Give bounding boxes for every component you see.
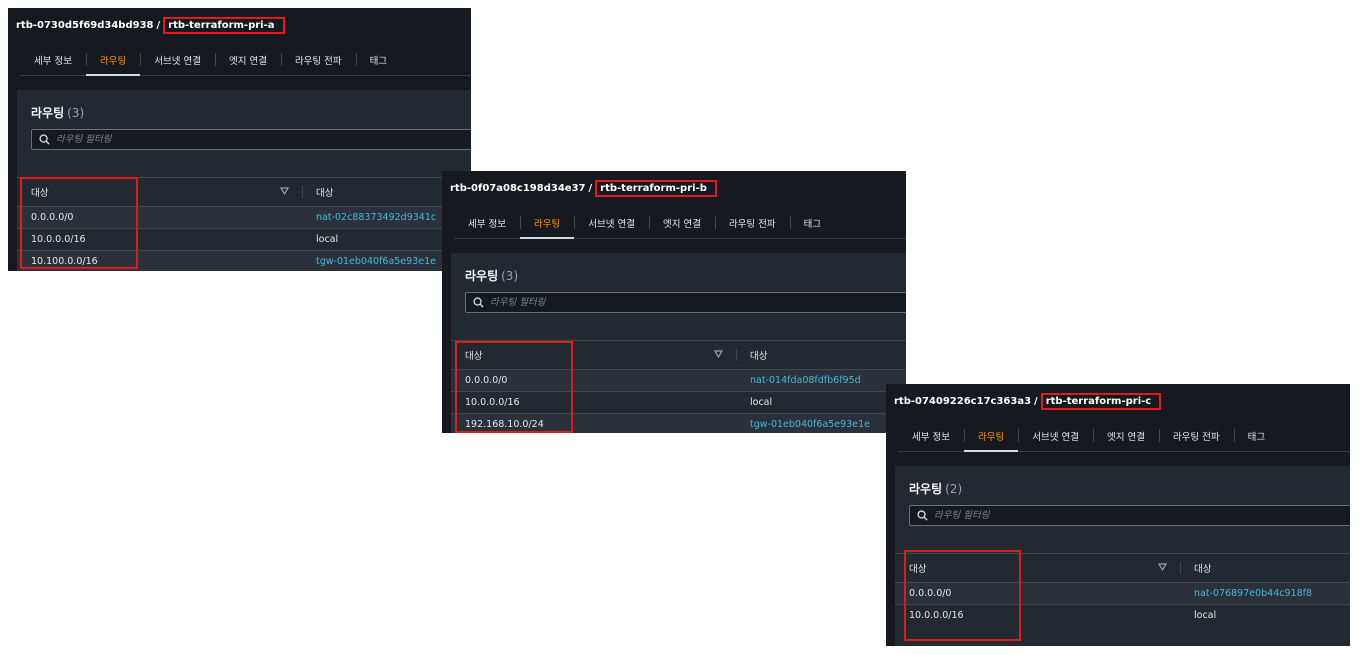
table-row: 10.0.0.0/16 local xyxy=(17,228,471,250)
search-icon xyxy=(39,134,50,145)
tab-subnet-associations[interactable]: 서브넷 연결 xyxy=(1018,420,1093,451)
route-table-name: rtb-terraform-pri-b xyxy=(595,179,717,197)
route-filter-input[interactable] xyxy=(56,134,471,145)
table-row: 0.0.0.0/0 nat-076897e0b44c918f8 xyxy=(895,582,1350,604)
route-destination: 10.0.0.0/16 xyxy=(465,397,520,408)
route-table-id: rtb-0f07a08c198d34e37 xyxy=(450,182,586,194)
tab-subnet-associations[interactable]: 서브넷 연결 xyxy=(140,44,215,75)
routes-heading: 라우팅 (2) xyxy=(909,480,962,497)
routes-container: 라우팅(3) 대상 대상 0.0.0.0/0 nat-02c88373492d9… xyxy=(17,90,471,271)
breadcrumb-separator: / xyxy=(588,182,593,194)
search-icon xyxy=(473,297,484,308)
routes-count: (3) xyxy=(67,106,85,120)
route-table-panel-a: rtb-0730d5f69d34bd938 / rtb-terraform-pr… xyxy=(8,8,471,271)
routes-table: 대상 대상 0.0.0.0/0 nat-014fda08fdfb6f95d 10… xyxy=(451,340,906,433)
table-header: 대상 대상 xyxy=(895,553,1350,582)
table-row: 0.0.0.0/0 nat-014fda08fdfb6f95d xyxy=(451,369,906,391)
tab-details[interactable]: 세부 정보 xyxy=(898,420,964,451)
tab-edge-associations[interactable]: 엣지 연결 xyxy=(214,44,281,75)
route-target-link[interactable]: tgw-01eb040f6a5e93e1e xyxy=(316,256,436,267)
routes-container: 라우팅(2) 대상 대상 0.0.0.0/0 nat-076897e0b44c9… xyxy=(895,466,1350,646)
route-destination: 192.168.10.0/24 xyxy=(465,419,544,430)
route-target: local xyxy=(316,234,339,245)
sort-triangle-icon[interactable] xyxy=(714,350,723,358)
route-destination: 0.0.0.0/0 xyxy=(909,588,952,599)
column-divider xyxy=(1180,562,1181,574)
tab-edge-associations[interactable]: 엣지 연결 xyxy=(1092,420,1159,451)
tab-bar: 세부 정보 라우팅 서브넷 연결 엣지 연결 라우팅 전파 태그 xyxy=(454,207,906,239)
tab-details[interactable]: 세부 정보 xyxy=(454,207,520,238)
route-table-panel-c: rtb-07409226c17c363a3 / rtb-terraform-pr… xyxy=(886,384,1350,646)
table-header: 대상 대상 xyxy=(17,177,471,206)
breadcrumb-separator: / xyxy=(156,19,161,31)
route-table-name: rtb-terraform-pri-c xyxy=(1040,392,1162,410)
table-row: 10.0.0.0/16 local xyxy=(895,604,1350,626)
routes-title: 라우팅 xyxy=(909,482,943,496)
column-target[interactable]: 대상 xyxy=(750,348,767,362)
tab-subnet-associations[interactable]: 서브넷 연결 xyxy=(574,207,649,238)
table-header: 대상 대상 xyxy=(451,340,906,369)
column-destination[interactable]: 대상 xyxy=(909,561,926,575)
route-table-id: rtb-07409226c17c363a3 xyxy=(894,395,1032,407)
search-icon xyxy=(917,510,928,521)
tab-tags[interactable]: 태그 xyxy=(1233,420,1279,451)
routes-heading: 라우팅 (3) xyxy=(31,104,84,121)
tab-route-propagation[interactable]: 라우팅 전파 xyxy=(714,207,790,238)
route-target: local xyxy=(750,397,773,408)
route-destination: 10.0.0.0/16 xyxy=(909,610,964,621)
sort-triangle-icon[interactable] xyxy=(1158,563,1167,571)
column-divider xyxy=(302,186,303,198)
route-table-name: rtb-terraform-pri-a xyxy=(163,16,285,34)
table-row: 10.0.0.0/16 local xyxy=(451,391,906,413)
route-target-link[interactable]: tgw-01eb040f6a5e93e1e xyxy=(750,419,870,430)
route-target: local xyxy=(1194,610,1217,621)
table-row: 10.100.0.0/16 tgw-01eb040f6a5e93e1e xyxy=(17,250,471,271)
tab-edge-associations[interactable]: 엣지 연결 xyxy=(648,207,715,238)
breadcrumb: rtb-0f07a08c198d34e37 / rtb-terraform-pr… xyxy=(450,179,717,197)
column-destination[interactable]: 대상 xyxy=(31,185,48,199)
route-target-link[interactable]: nat-02c88373492d9341c xyxy=(316,212,436,223)
route-destination: 0.0.0.0/0 xyxy=(31,212,74,223)
routes-count: (2) xyxy=(945,482,963,496)
routes-count: (3) xyxy=(501,269,519,283)
table-row: 192.168.10.0/24 tgw-01eb040f6a5e93e1e xyxy=(451,413,906,433)
tab-route-propagation[interactable]: 라우팅 전파 xyxy=(280,44,356,75)
tab-bar: 세부 정보 라우팅 서브넷 연결 엣지 연결 라우팅 전파 태그 xyxy=(898,420,1350,452)
route-filter-box[interactable] xyxy=(31,129,471,150)
breadcrumb: rtb-07409226c17c363a3 / rtb-terraform-pr… xyxy=(894,392,1162,410)
tab-routes[interactable]: 라우팅 xyxy=(519,207,575,239)
routes-heading: 라우팅 (3) xyxy=(465,267,518,284)
tab-tags[interactable]: 태그 xyxy=(789,207,835,238)
route-table-panel-b: rtb-0f07a08c198d34e37 / rtb-terraform-pr… xyxy=(442,171,906,433)
route-target-link[interactable]: nat-076897e0b44c918f8 xyxy=(1194,588,1312,599)
column-destination[interactable]: 대상 xyxy=(465,348,482,362)
route-destination: 10.100.0.0/16 xyxy=(31,256,98,267)
tab-routes[interactable]: 라우팅 xyxy=(963,420,1019,452)
table-row: 0.0.0.0/0 nat-02c88373492d9341c xyxy=(17,206,471,228)
tab-bar: 세부 정보 라우팅 서브넷 연결 엣지 연결 라우팅 전파 태그 xyxy=(20,44,471,76)
route-filter-box[interactable] xyxy=(909,505,1350,526)
route-destination: 0.0.0.0/0 xyxy=(465,375,508,386)
routes-title: 라우팅 xyxy=(465,269,499,283)
tab-details[interactable]: 세부 정보 xyxy=(20,44,86,75)
column-target[interactable]: 대상 xyxy=(316,185,333,199)
tab-tags[interactable]: 태그 xyxy=(355,44,401,75)
route-target-link[interactable]: nat-014fda08fdfb6f95d xyxy=(750,375,861,386)
route-table-id: rtb-0730d5f69d34bd938 xyxy=(16,19,154,31)
route-filter-input[interactable] xyxy=(934,510,1350,521)
tab-routes[interactable]: 라우팅 xyxy=(85,44,141,76)
route-filter-box[interactable] xyxy=(465,292,906,313)
breadcrumb-separator: / xyxy=(1034,395,1038,407)
breadcrumb: rtb-0730d5f69d34bd938 / rtb-terraform-pr… xyxy=(16,16,285,34)
column-target[interactable]: 대상 xyxy=(1194,561,1211,575)
route-destination: 10.0.0.0/16 xyxy=(31,234,86,245)
routes-table: 대상 대상 0.0.0.0/0 nat-076897e0b44c918f8 10… xyxy=(895,553,1350,626)
routes-table: 대상 대상 0.0.0.0/0 nat-02c88373492d9341c 10… xyxy=(17,177,471,271)
routes-title: 라우팅 xyxy=(31,106,65,120)
tab-route-propagation[interactable]: 라우팅 전파 xyxy=(1158,420,1234,451)
route-filter-input[interactable] xyxy=(490,297,906,308)
sort-triangle-icon[interactable] xyxy=(280,187,289,195)
routes-container: 라우팅(3) 대상 대상 0.0.0.0/0 nat-014fda08fdfb6… xyxy=(451,253,906,433)
column-divider xyxy=(736,349,737,361)
